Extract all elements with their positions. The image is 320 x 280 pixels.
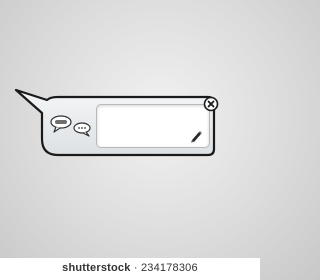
- speech-bubble-icon: [50, 115, 72, 133]
- watermark-id: · 234178306: [133, 262, 198, 274]
- watermark-bar: shutterstock · 234178306: [0, 258, 260, 280]
- speech-bubble-small-icon: [73, 122, 91, 137]
- close-icon[interactable]: [203, 96, 219, 112]
- message-input-panel[interactable]: [96, 104, 210, 148]
- pencil-icon[interactable]: [189, 129, 203, 143]
- watermark-text: shutterstock · 234178306: [0, 262, 260, 274]
- watermark-brand: shutterstock: [62, 262, 131, 274]
- illustration-canvas: [0, 0, 260, 280]
- chat-icons-group: [50, 115, 91, 137]
